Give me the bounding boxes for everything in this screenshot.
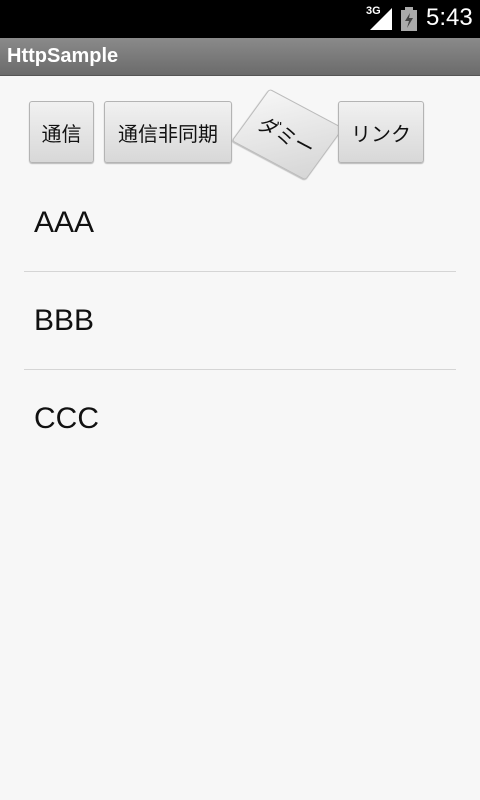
item-list: AAA BBB CCC — [24, 174, 456, 467]
list-item[interactable]: AAA — [24, 174, 456, 271]
dummy-button-label: ダミー — [253, 111, 321, 160]
dummy-button[interactable]: ダミー — [231, 88, 344, 181]
async-tsushin-button[interactable]: 通信非同期 — [104, 101, 232, 163]
list-item-label: CCC — [34, 401, 99, 435]
list-item-label: BBB — [34, 303, 95, 337]
battery-icon — [401, 7, 417, 31]
clock: 5:43 — [426, 4, 473, 31]
async-tsushin-button-label: 通信非同期 — [118, 121, 218, 146]
app-title: HttpSample — [7, 45, 119, 67]
status-bar: 3G 5:43 — [0, 0, 480, 38]
list-item[interactable]: BBB — [24, 272, 456, 369]
action-bar: HttpSample — [0, 38, 480, 76]
list-item[interactable]: CCC — [24, 370, 456, 467]
tsushin-button[interactable]: 通信 — [29, 101, 94, 163]
signal-icon — [370, 8, 392, 30]
link-button[interactable]: リンク — [338, 101, 424, 163]
list-item-label: AAA — [34, 205, 95, 239]
tsushin-button-label: 通信 — [41, 121, 82, 146]
link-button-label: リンク — [351, 121, 411, 146]
